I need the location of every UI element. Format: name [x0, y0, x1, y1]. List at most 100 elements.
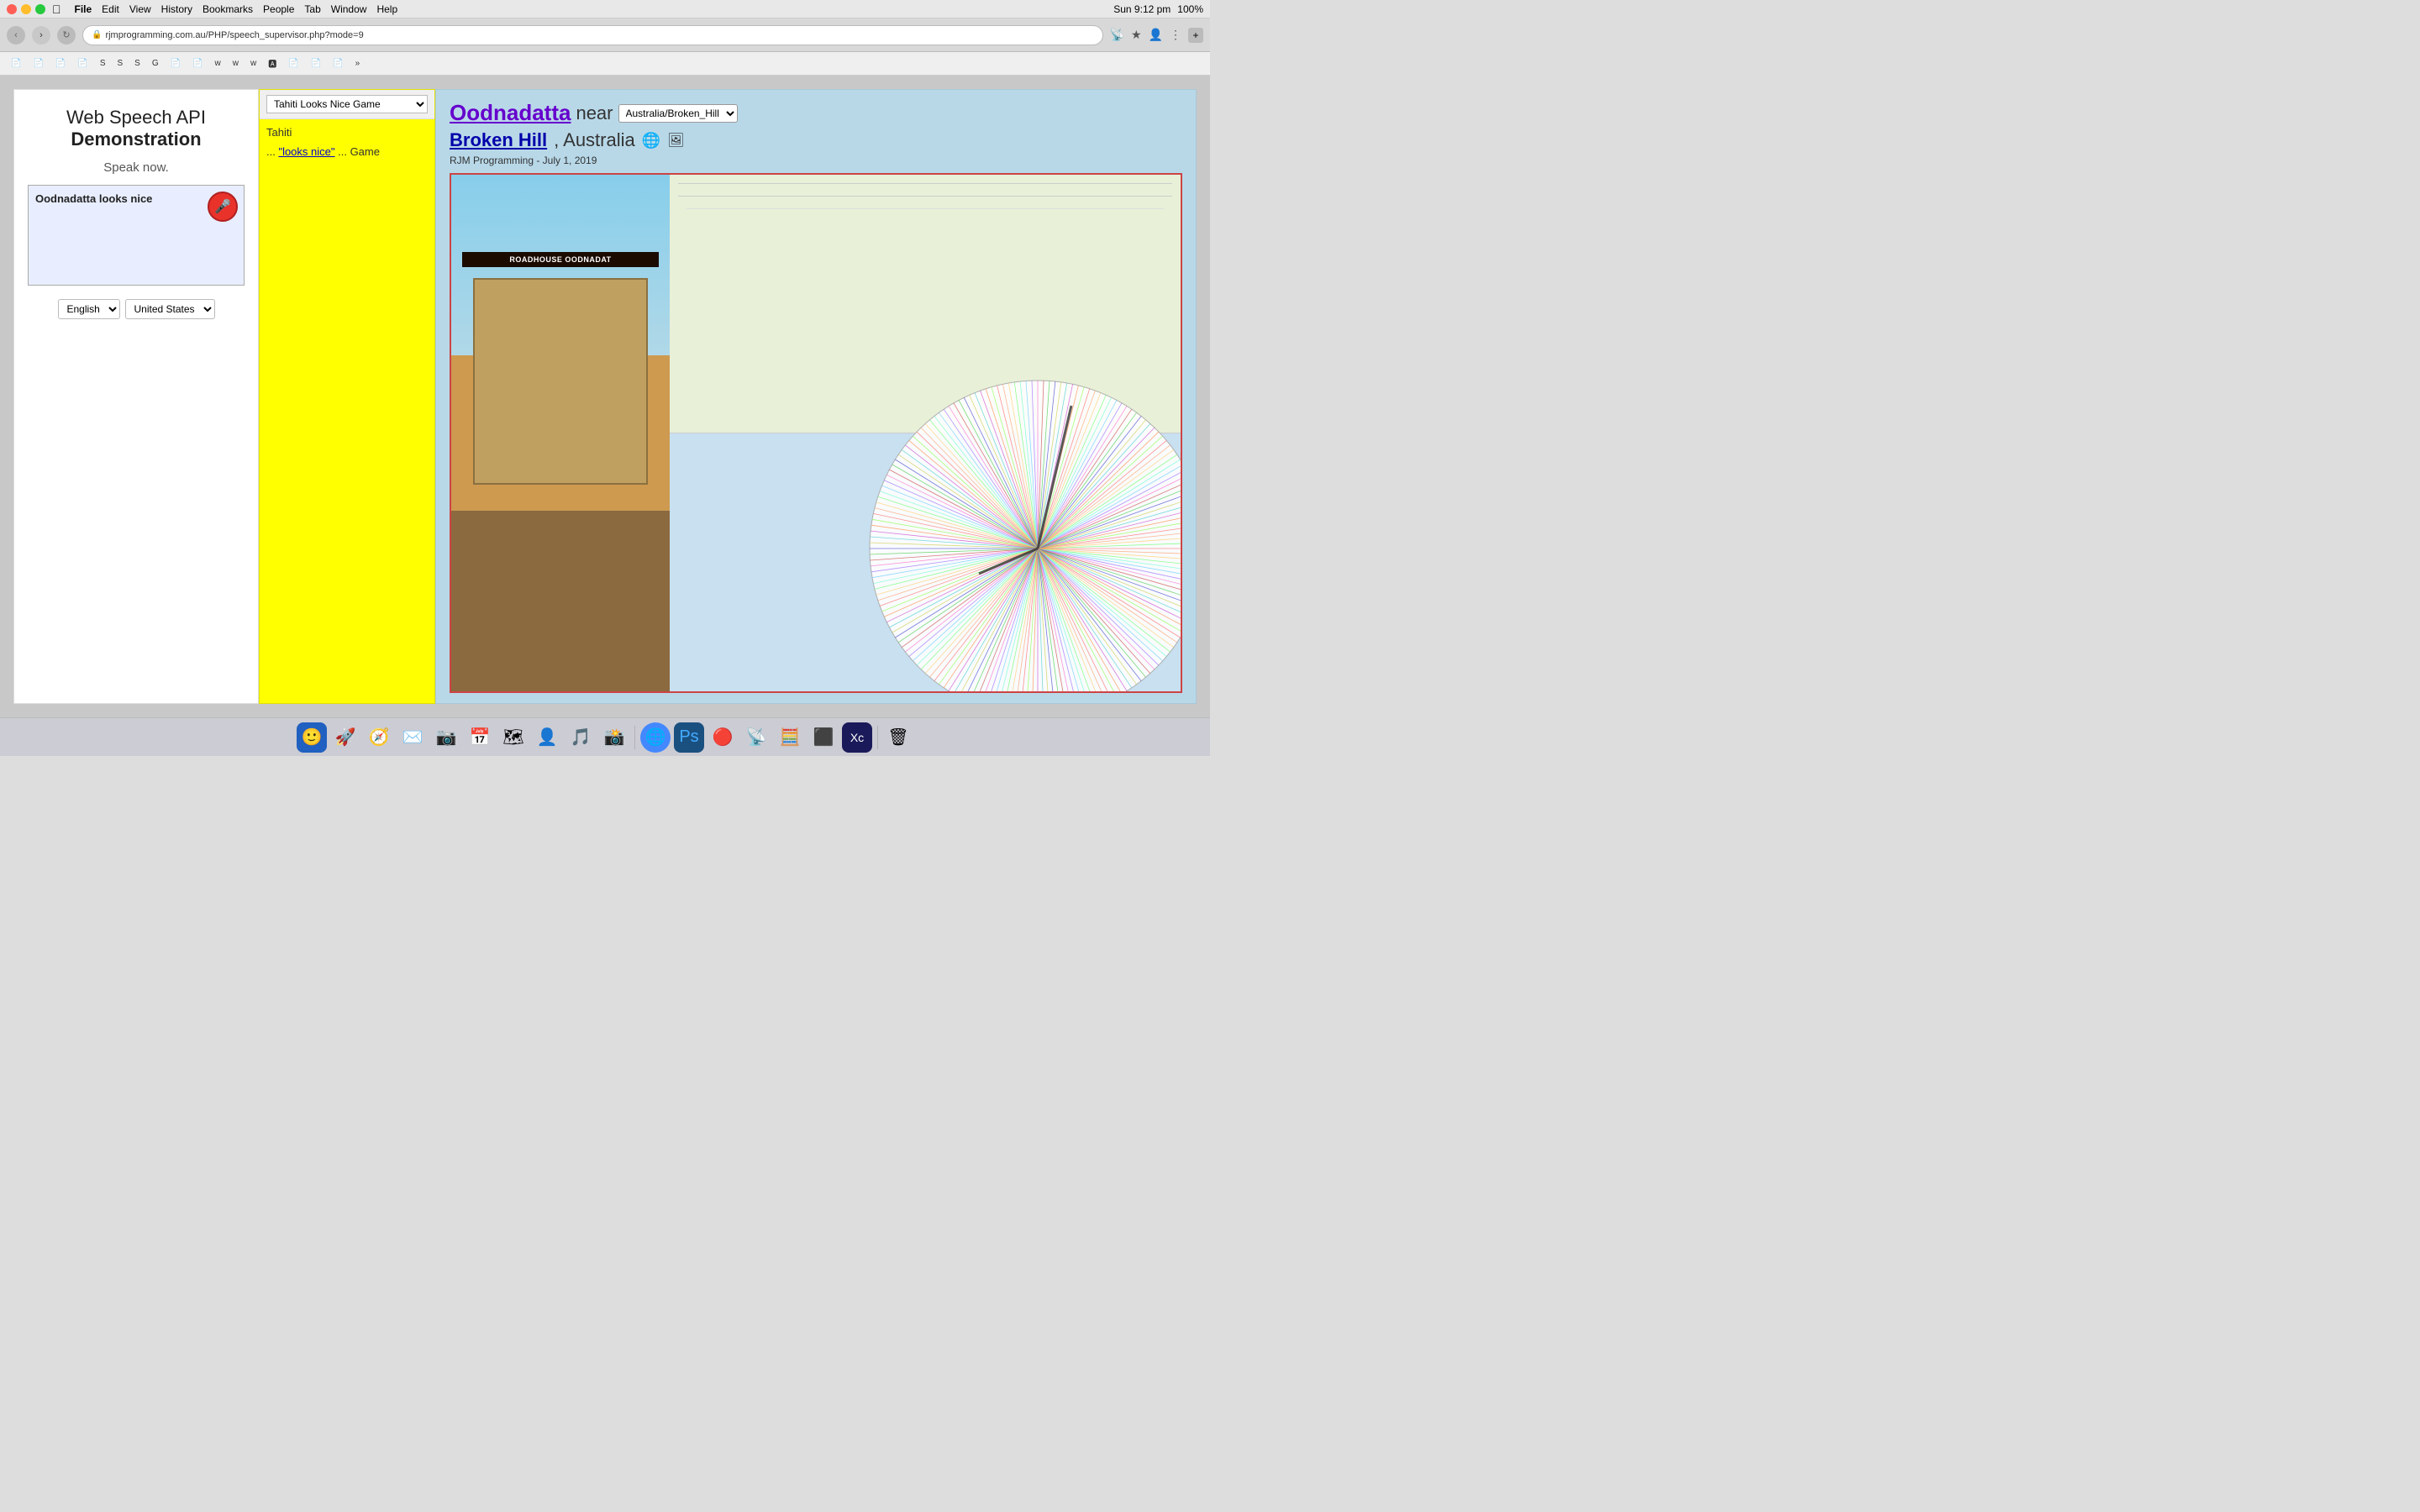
dock-safari[interactable]: 🧭	[364, 722, 394, 753]
subtitle-rest: , Australia	[554, 129, 635, 151]
menu-bookmarks[interactable]: People	[263, 3, 294, 15]
bookmark-2[interactable]: 📄	[29, 57, 47, 70]
back-button[interactable]: ‹	[7, 26, 25, 45]
game-phrase-link[interactable]: "looks nice"	[278, 145, 334, 158]
game-select[interactable]: Tahiti Looks Nice Game	[266, 95, 428, 113]
status-time: Sun 9:12 pm	[1113, 3, 1171, 15]
url-text: rjmprogramming.com.au/PHP/speech_supervi…	[105, 30, 363, 40]
roadhouse-photo-inner: ROADHOUSE OODNADAT	[451, 175, 670, 691]
bookmark-9[interactable]: 📄	[166, 57, 185, 70]
dock-calendar[interactable]: 📅	[465, 722, 495, 753]
panel-title-text: Web Speech API Demonstration	[66, 107, 206, 150]
bookmark-5[interactable]: S	[96, 57, 110, 70]
menu-icon[interactable]: ⋮	[1170, 28, 1181, 42]
dock-tor[interactable]: 🔴	[708, 722, 738, 753]
bookmark-14[interactable]: 🅰	[264, 55, 281, 71]
menu-window[interactable]: Help	[376, 3, 397, 15]
dock: 🙂 🚀 🧭 ✉️ 📷 📅 🗺 👤 🎵 📸 🌐 Ps 🔴 📡 🧮 ⬛ Xc 🗑	[0, 717, 1210, 756]
bookmark-more[interactable]: »	[351, 57, 365, 70]
dock-contacts[interactable]: 👤	[532, 722, 562, 753]
dock-maps[interactable]: 🗺	[498, 722, 529, 753]
bookmark-11[interactable]: w	[211, 57, 225, 70]
speech-input-area: Oodnadatta looks nice 🎤	[28, 185, 245, 286]
dock-launchpad[interactable]: 🚀	[330, 722, 360, 753]
bookmark-icon[interactable]: ★	[1131, 28, 1142, 42]
bookmark-3[interactable]: 📄	[51, 57, 70, 70]
bookmark-10[interactable]: 📄	[188, 57, 207, 70]
right-panel: Oodnadatta near Australia/Broken_Hill Br…	[435, 89, 1197, 704]
roadhouse-photo: ROADHOUSE OODNADAT	[451, 175, 670, 691]
dock-finder[interactable]: 🙂	[297, 722, 327, 753]
bookmark-13[interactable]: w	[246, 57, 260, 70]
bookmark-1[interactable]: 📄	[7, 57, 25, 70]
menu-view[interactable]: History	[161, 3, 192, 15]
menu-file[interactable]: Edit	[102, 3, 119, 15]
right-subtitle: Broken Hill , Australia 🌐 🖼	[450, 129, 1182, 151]
broken-hill-link[interactable]: Broken Hill	[450, 129, 547, 151]
dock-mail[interactable]: ✉️	[397, 722, 428, 753]
language-selectors: English United States	[58, 299, 215, 319]
close-button[interactable]	[7, 4, 17, 14]
timezone-select[interactable]: Australia/Broken_Hill	[618, 104, 738, 123]
dock-trash[interactable]: 🗑	[883, 722, 913, 753]
left-panel: Web Speech API Demonstration Speak now. …	[13, 89, 259, 704]
menubar-left:  File Edit View History Bookmarks Peopl…	[52, 3, 408, 16]
language-select[interactable]: English	[58, 299, 120, 319]
circular-diagram	[828, 339, 1181, 691]
dock-xcode[interactable]: Xc	[842, 722, 872, 753]
right-header: Oodnadatta near Australia/Broken_Hill	[450, 100, 1182, 126]
menubar:  File Edit View History Bookmarks Peopl…	[0, 0, 1210, 18]
middle-panel: Tahiti Looks Nice Game Tahiti ... "looks…	[259, 89, 435, 704]
game-location: Tahiti	[266, 126, 428, 139]
menu-history[interactable]: Bookmarks	[203, 3, 253, 15]
game-phrase-ellipsis: ...	[266, 145, 278, 158]
dock-separator-1	[634, 726, 635, 749]
bookmark-6[interactable]: S	[113, 57, 127, 70]
roadhouse-sign: ROADHOUSE OODNADAT	[462, 252, 659, 267]
speech-text-display: Oodnadatta looks nice	[35, 192, 152, 205]
cast-icon[interactable]: 📡	[1110, 28, 1124, 42]
mic-button[interactable]: 🎤	[208, 192, 238, 222]
bookmark-12[interactable]: w	[229, 57, 243, 70]
map-area	[670, 175, 1181, 691]
minimize-button[interactable]	[21, 4, 31, 14]
content-area: Web Speech API Demonstration Speak now. …	[0, 76, 1210, 717]
game-phrase: ... "looks nice" ... Game	[266, 144, 428, 161]
forward-button[interactable]: ›	[32, 26, 50, 45]
profile-icon[interactable]: 👤	[1149, 28, 1163, 42]
browser-toolbar: ‹ › ↻ 🔒 rjmprogramming.com.au/PHP/speech…	[0, 18, 1210, 52]
bookmark-16[interactable]: 📄	[307, 57, 325, 70]
menu-edit[interactable]: View	[129, 3, 151, 15]
bookmark-17[interactable]: 📄	[329, 57, 347, 70]
refresh-button[interactable]: ↻	[57, 26, 76, 45]
dock-facetime[interactable]: 📷	[431, 722, 461, 753]
bookmark-8[interactable]: G	[148, 57, 163, 70]
new-tab-button[interactable]: +	[1188, 28, 1203, 43]
dock-photos[interactable]: 📸	[599, 722, 629, 753]
maximize-button[interactable]	[35, 4, 45, 14]
game-phrase-suffix: ... Game	[338, 145, 380, 158]
dock-filezilla[interactable]: 📡	[741, 722, 771, 753]
dock-chrome[interactable]: 🌐	[640, 722, 671, 753]
bookmark-15[interactable]: 📄	[284, 57, 302, 70]
dock-wolfram[interactable]: 🧮	[775, 722, 805, 753]
right-credit: RJM Programming - July 1, 2019	[450, 155, 1182, 166]
right-title-main: Oodnadatta	[450, 100, 571, 126]
panel-title: Web Speech API Demonstration	[28, 107, 245, 150]
bookmark-7[interactable]: S	[130, 57, 145, 70]
dock-term[interactable]: ⬛	[808, 722, 839, 753]
region-select[interactable]: United States	[125, 299, 215, 319]
game-header: Tahiti Looks Nice Game	[260, 90, 434, 119]
speak-now-label: Speak now.	[103, 160, 169, 175]
photo-icon: 🖼	[667, 132, 684, 149]
address-bar[interactable]: 🔒 rjmprogramming.com.au/PHP/speech_super…	[82, 25, 1103, 45]
menu-tab[interactable]: Window	[331, 3, 367, 15]
apple-menu[interactable]: 	[52, 3, 61, 16]
menu-people[interactable]: Tab	[304, 3, 320, 15]
menu-chrome[interactable]: File	[75, 3, 92, 15]
bookmark-4[interactable]: 📄	[73, 57, 92, 70]
dock-music[interactable]: 🎵	[566, 722, 596, 753]
dock-ps[interactable]: Ps	[674, 722, 704, 753]
right-images-area: ROADHOUSE OODNADAT	[450, 173, 1182, 693]
mic-icon: 🎤	[214, 198, 231, 215]
